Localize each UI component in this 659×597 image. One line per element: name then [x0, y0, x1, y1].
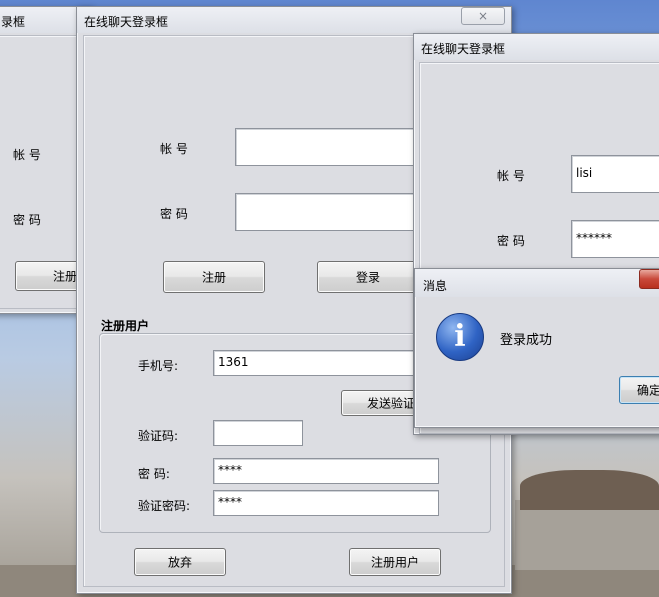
title-bar[interactable]: 在线聊天登录框 × [77, 7, 511, 33]
account-label: 帐 号 [497, 169, 525, 183]
account-input[interactable]: lisi [571, 155, 659, 193]
password-label: 密 码 [497, 234, 525, 248]
dialog-message: 登录成功 [500, 333, 553, 348]
info-icon: i [436, 313, 484, 361]
account-label: 帐 号 [160, 142, 188, 156]
dialog-title: 消息 [423, 279, 448, 293]
dialog-body: i 登录成功 确定 [419, 299, 659, 423]
message-dialog[interactable]: 消息 i 登录成功 确定 [414, 268, 659, 428]
password-label: 密 码 [13, 213, 41, 227]
code-label: 验证码: [138, 429, 179, 443]
account-label: 帐 号 [13, 148, 41, 162]
window-title: 录框 [1, 15, 26, 29]
password-input[interactable]: ****** [571, 220, 659, 258]
code-input[interactable] [213, 420, 303, 446]
close-icon[interactable] [639, 269, 659, 289]
title-bar[interactable]: 消息 [415, 269, 659, 297]
register-user-button[interactable]: 注册用户 [349, 548, 441, 576]
register-password-input[interactable]: **** [213, 458, 439, 484]
cancel-button[interactable]: 放弃 [134, 548, 226, 576]
login-button[interactable]: 登录 [317, 261, 419, 293]
password-label: 密 码: [138, 467, 170, 481]
confirm-password-input[interactable]: **** [213, 490, 439, 516]
background-tree [520, 470, 659, 510]
window-title: 在线聊天登录框 [84, 15, 169, 29]
register-section-title: 注册用户 [101, 319, 150, 333]
confirm-password-label: 验证密码: [138, 499, 191, 513]
ok-button[interactable]: 确定 [619, 376, 659, 404]
register-button[interactable]: 注册 [163, 261, 265, 293]
password-label: 密 码 [160, 207, 188, 221]
title-bar[interactable]: 在线聊天登录框 [414, 34, 659, 60]
window-title: 在线聊天登录框 [421, 42, 506, 56]
background-building [515, 500, 659, 570]
close-icon[interactable]: × [461, 7, 505, 25]
phone-label: 手机号: [138, 359, 179, 373]
